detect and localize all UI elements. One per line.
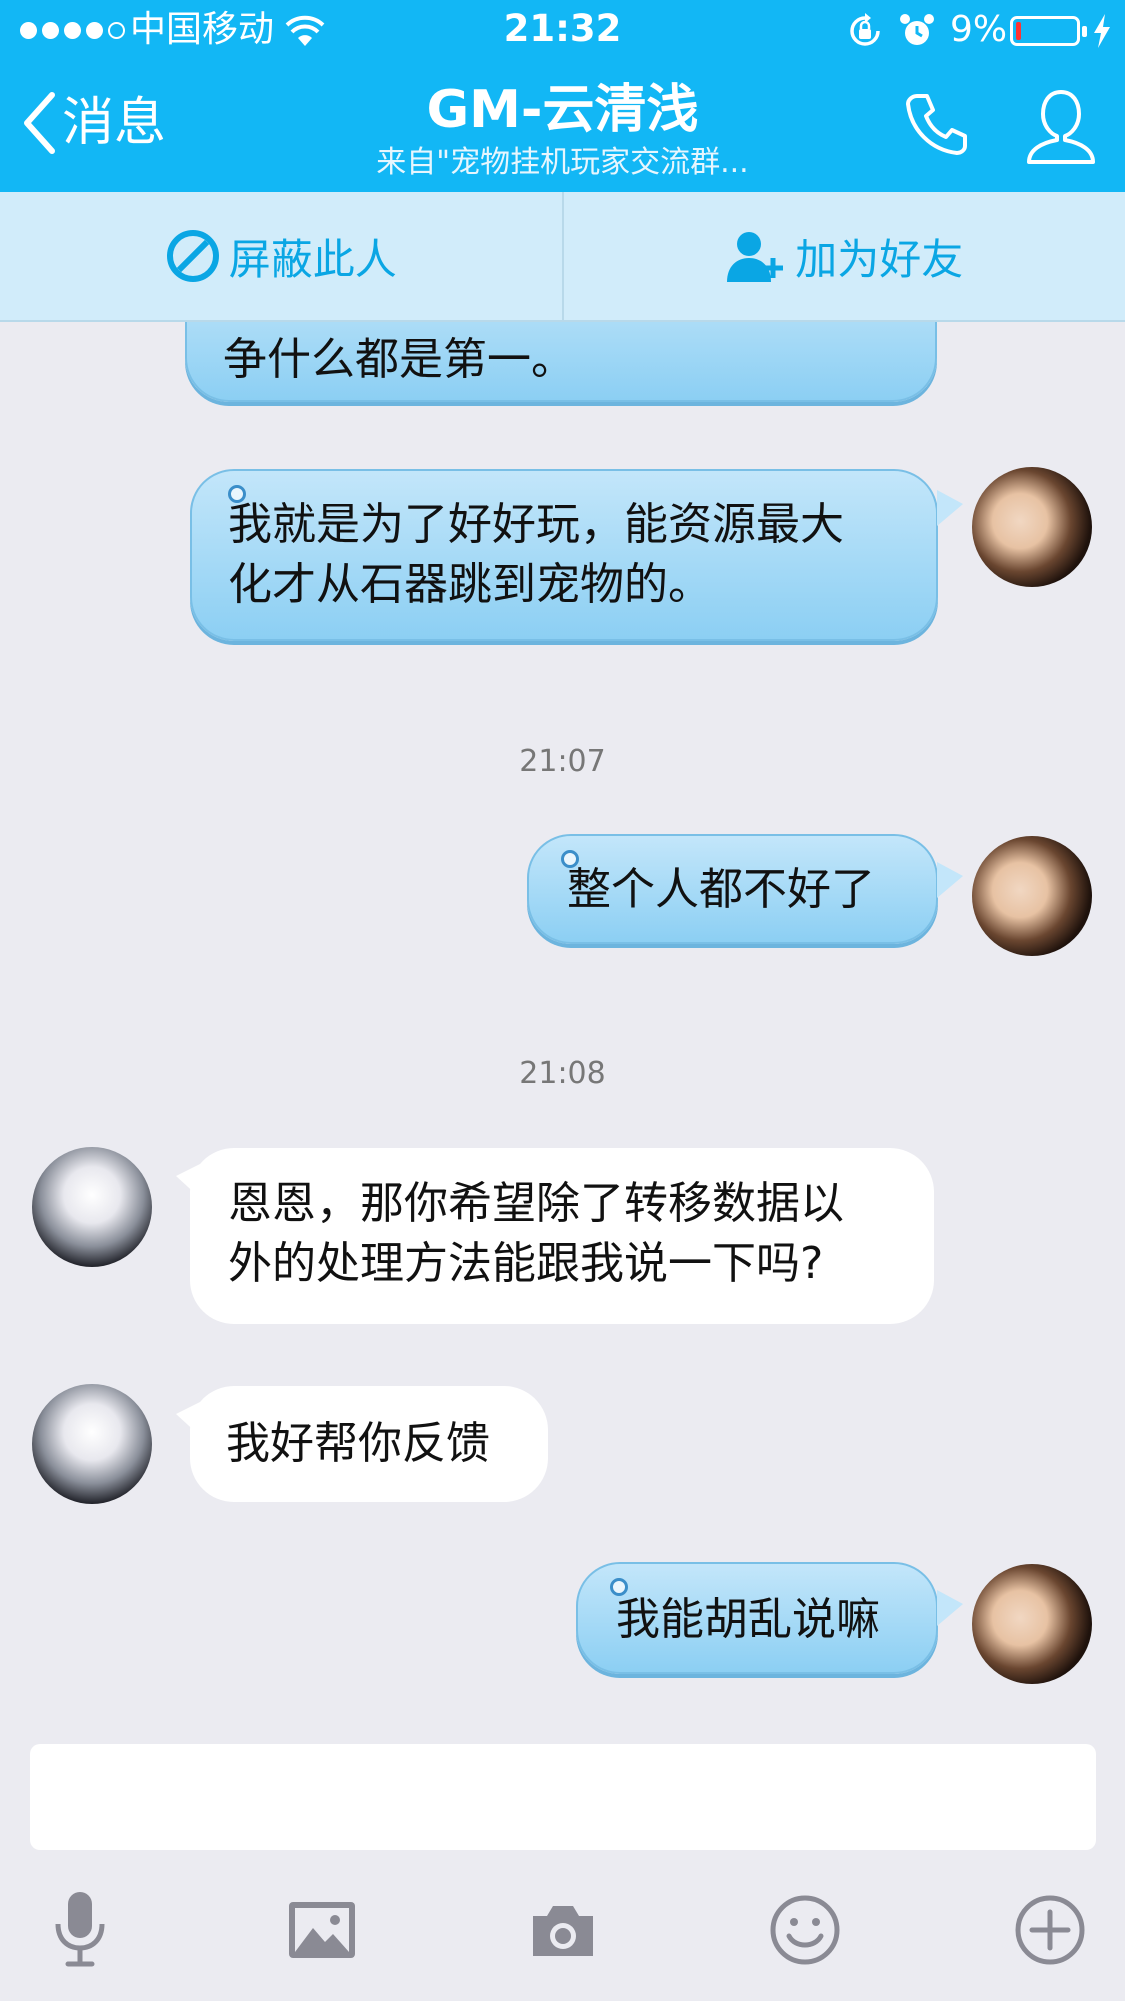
microphone-icon [55,1892,105,1967]
input-area [0,1740,1125,2001]
status-bar: 中国移动 21:32 9% [0,0,1125,64]
message-text: 我就是为了好好玩，能资源最大 [228,499,844,550]
more-button[interactable] [1010,1890,1090,1970]
my-avatar[interactable] [972,1564,1092,1684]
message-bubble-incoming[interactable]: 我好帮你反馈 [176,1386,548,1502]
my-avatar[interactable] [972,836,1092,956]
emoji-icon [770,1895,840,1965]
message-bubble-outgoing[interactable]: 整个人都不好了 [527,834,938,944]
message-bubble-outgoing[interactable]: 争什么都是第一。 [185,322,937,402]
message-text: 整个人都不好了 [567,864,875,915]
add-friend-button[interactable]: 加为好友 [561,192,1125,320]
message-text: 我能胡乱说嘛 [616,1594,880,1645]
voice-button[interactable] [40,1890,120,1970]
block-icon [166,230,219,282]
stranger-action-bar: 屏蔽此人 加为好友 [0,192,1125,322]
alarm-icon [900,14,934,45]
timestamp: 21:07 [519,744,606,779]
message-text: 争什么都是第一。 [223,334,575,385]
image-icon [289,1902,355,1958]
contact-avatar[interactable] [32,1384,152,1504]
battery-percentage: 9% [950,9,1008,50]
rotation-lock-icon [850,13,880,46]
input-toolbar [0,1890,1125,1980]
plus-icon [1015,1895,1085,1965]
message-bubble-outgoing[interactable]: 我能胡乱说嘛 [576,1562,938,1674]
phone-icon[interactable] [903,90,971,158]
camera-icon [533,1906,593,1956]
battery-icon [1010,16,1087,46]
emoji-button[interactable] [765,1890,845,1970]
message-text: 外的处理方法能跟我说一下吗? [228,1238,824,1289]
message-text: 化才从石器跳到宠物的。 [228,559,712,610]
camera-button[interactable] [523,1890,603,1970]
charging-bolt-icon [1094,14,1110,48]
message-bubble-outgoing[interactable]: 我就是为了好好玩，能资源最大 化才从石器跳到宠物的。 [190,469,938,641]
message-text: 恩恩，那你希望除了转移数据以 [228,1178,844,1229]
profile-icon[interactable] [1025,86,1097,166]
contact-avatar[interactable] [32,1147,152,1267]
block-user-button[interactable]: 屏蔽此人 [0,192,562,320]
message-input[interactable] [30,1744,1096,1850]
add-friend-icon [727,232,784,282]
timestamp: 21:08 [519,1056,606,1091]
my-avatar[interactable] [972,467,1092,587]
block-user-label: 屏蔽此人 [228,234,397,284]
add-friend-label: 加为好友 [795,234,964,284]
header: 中国移动 21:32 9% 消息 GM-云清浅 来自"宠物挂机玩家交流群... [0,0,1125,192]
photo-button[interactable] [282,1890,362,1970]
message-bubble-incoming[interactable]: 恩恩，那你希望除了转移数据以 外的处理方法能跟我说一下吗? [176,1148,934,1324]
message-text: 我好帮你反馈 [226,1418,490,1469]
chat-scroll-area[interactable]: 争什么都是第一。 我就是为了好好玩，能资源最大 化才从石器跳到宠物的。 21:0… [0,322,1125,1740]
